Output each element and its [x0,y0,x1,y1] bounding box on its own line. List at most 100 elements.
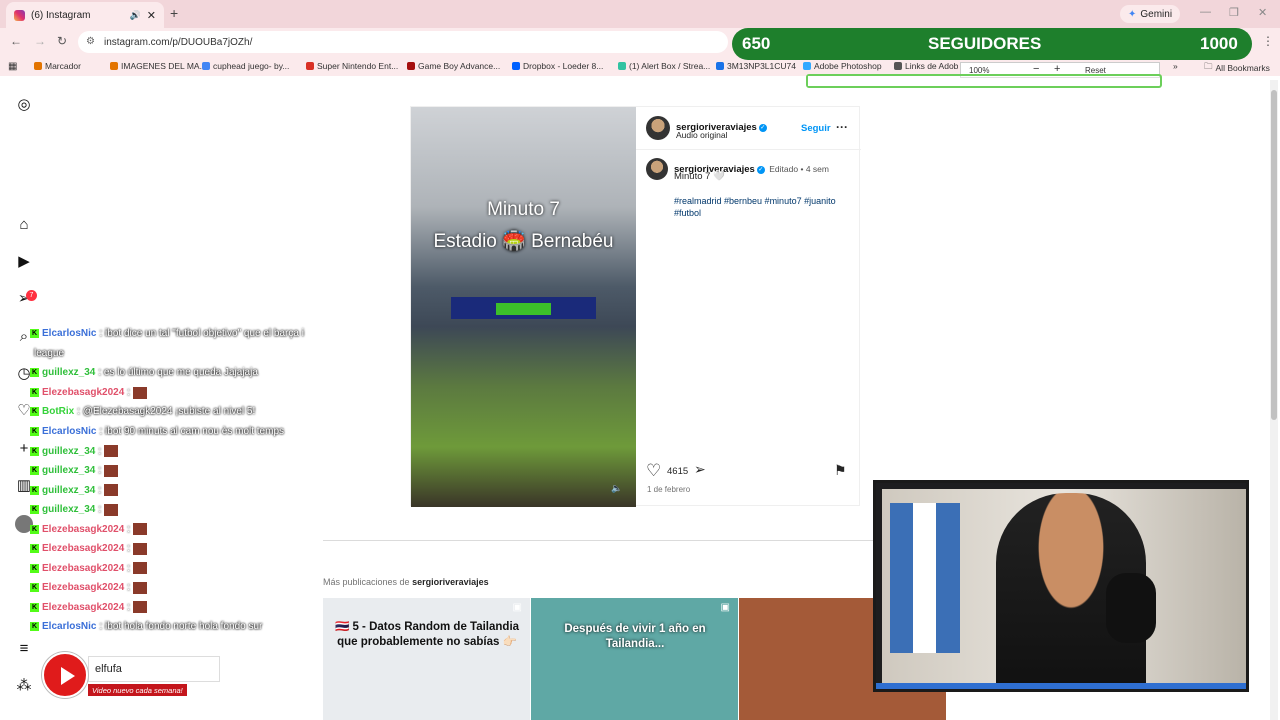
chat-message: Kguillexz_34: [30,445,119,457]
chat-username: guillexz_34 [42,504,96,515]
minimize-icon[interactable]: — [1200,6,1211,18]
followers-current: 650 [742,34,771,53]
more-menu-icon[interactable]: ≡ [15,640,33,658]
bookmark-label: Game Boy Advance... [418,61,501,71]
close-tab-icon[interactable]: ✕ [147,9,156,22]
bookmark-item[interactable]: (1) Alert Box / Strea... [618,61,710,71]
chat-emote-icon [104,503,119,516]
post-info-panel: sergioriveraviajes ✓ Audio original Segui… [636,107,861,507]
chat-emote-icon [133,542,148,555]
share-icon[interactable]: ➢ [694,461,706,478]
site-info-icon[interactable]: ⚙ [86,36,95,47]
video-overlay-text-1: Minuto 7 [487,199,560,220]
webcam-frame-strip [876,683,1246,689]
chat-text: : [98,504,102,515]
reels-icon[interactable]: ▶ [15,253,33,271]
like-icon[interactable]: ♡ [646,461,661,481]
bookmark-item[interactable]: cuphead juego- by... [202,61,289,71]
url-field[interactable]: ⚙ instagram.com/p/DUOUBa7jOZh/ [78,31,728,53]
bookmark-item[interactable]: Game Boy Advance... [407,61,500,71]
kick-badge-icon: K [30,446,39,456]
scoreboard-screen [496,303,551,315]
more-post-tile[interactable]: 🇹🇭 5 - Datos Random de Tailandia que pro… [323,598,530,720]
page-scrollbar[interactable] [1270,80,1278,720]
chat-username: Elezebasagk2024 [42,582,125,593]
tab-title: (6) Instagram [31,9,91,21]
youtube-logo-icon [42,652,88,698]
bookmark-favicon-icon [202,62,210,70]
save-icon[interactable]: ⚑ [834,462,847,479]
instagram-logo-icon[interactable]: ◎ [15,96,33,114]
chat-emote-icon [104,464,119,477]
menu-icon[interactable]: ⋮ [1262,34,1274,48]
back-icon[interactable]: ← [10,34,22,48]
chat-message: K Elezebasagk2024: [30,601,148,613]
chat-message: K ElcarlosNic: ibot dice un tal "futbol o… [30,328,304,339]
bookmark-item[interactable]: Super Nintendo Ent... [306,61,398,71]
like-count[interactable]: 4615 [667,466,688,477]
chat-message: Kguillexz_34: [30,484,119,496]
bookmark-favicon-icon [306,62,314,70]
more-post-tile[interactable]: Después de vivir 1 año en Tailandia... ▣ [531,598,738,720]
chevron-right-icon[interactable]: » [1173,61,1178,71]
forward-icon[interactable]: → [34,34,46,48]
divider [636,149,861,150]
followers-label: SEGUIDORES [928,34,1042,53]
speaker-icon[interactable]: 🔊 [130,10,141,21]
kick-badge-icon: K [30,485,39,495]
verified-icon: ✓ [756,166,765,174]
kick-badge-icon: K [30,621,39,631]
new-tab-button[interactable]: + [170,5,178,21]
all-bookmarks[interactable]: 🗀 All Bookmarks [1204,61,1270,75]
notification-badge: 7 [26,290,37,301]
caption-avatar[interactable] [646,158,668,180]
maximize-icon[interactable]: ❐ [1229,6,1239,19]
hashtags-line-1[interactable]: #realmadrid #bernbeu #minuto7 #juanito [674,195,836,207]
bookmark-favicon-icon [618,62,626,70]
also-from-meta-icon[interactable]: ⁂ [15,677,33,695]
hashtags-line-2[interactable]: #futbol [674,207,701,219]
chat-message: K ElcarlosNic: ibot hola fondo norte hola… [30,621,262,632]
tab-instagram[interactable]: (6) Instagram 🔊 ✕ [6,2,164,28]
bookmark-label: IMAGENES DEL MA... [121,61,207,71]
more-posts-user[interactable]: sergioriveraviajes [412,577,489,587]
gemini-button[interactable]: ✦ Gemini [1120,5,1181,23]
chat-username: guillexz_34 [42,484,96,496]
close-window-icon[interactable]: ✕ [1258,6,1267,19]
caption-text: Minuto 7 🤍 [674,171,725,182]
reload-icon[interactable]: ↻ [57,34,67,48]
chat-message: K Elezebasagk2024: [30,386,148,399]
author-avatar[interactable] [646,116,670,140]
tile-caption: Después de vivir 1 año en Tailandia... [564,623,706,650]
bookmark-item[interactable]: Marcador [34,61,81,71]
kick-badge-icon: K [30,544,39,553]
chat-text: : [98,465,102,476]
bookmark-item[interactable]: Links de Adob [894,61,958,71]
chat-text: : es lo último que me queda Jajajaja [98,367,258,378]
chat-text: : [127,543,131,554]
volume-icon[interactable]: 🔈 [611,483,622,494]
chat-username: Elezebasagk2024 [42,562,125,574]
bookmark-item[interactable]: IMAGENES DEL MA... [110,61,207,71]
apps-icon[interactable]: ▦ [8,61,17,72]
post-date: 1 de febrero [647,485,691,494]
home-icon[interactable]: ⌂ [15,216,33,234]
more-options-icon[interactable]: ··· [836,120,848,134]
bookmark-item[interactable]: 3M13NP3L1CU74 [716,61,796,71]
bookmark-item[interactable]: Dropbox - Loeder 8... [512,61,603,71]
sparkle-icon: ✦ [1128,8,1137,20]
chat-text: : ibot 90 minuts al cam nou ès molt temp… [99,425,285,437]
chat-username: Elezebasagk2024 [42,601,125,613]
follow-button[interactable]: Seguir [801,123,831,134]
chat-text: : [127,582,131,593]
folder-icon: 🗀 [1204,61,1213,71]
audio-label[interactable]: Audio original [676,130,728,140]
bookmark-item[interactable]: Adobe Photoshop [803,61,882,71]
followers-progress-bar [806,74,1162,88]
kick-badge-icon: K [30,583,39,592]
post-video[interactable]: Minuto 7 Estadio 🏟️ Bernabéu 🔈 [411,107,636,507]
scrollbar-thumb[interactable] [1271,90,1277,420]
webcam-overlay [873,480,1249,692]
chat-username: ElcarlosNic [42,328,97,339]
post-age: 4 sem [805,164,829,174]
